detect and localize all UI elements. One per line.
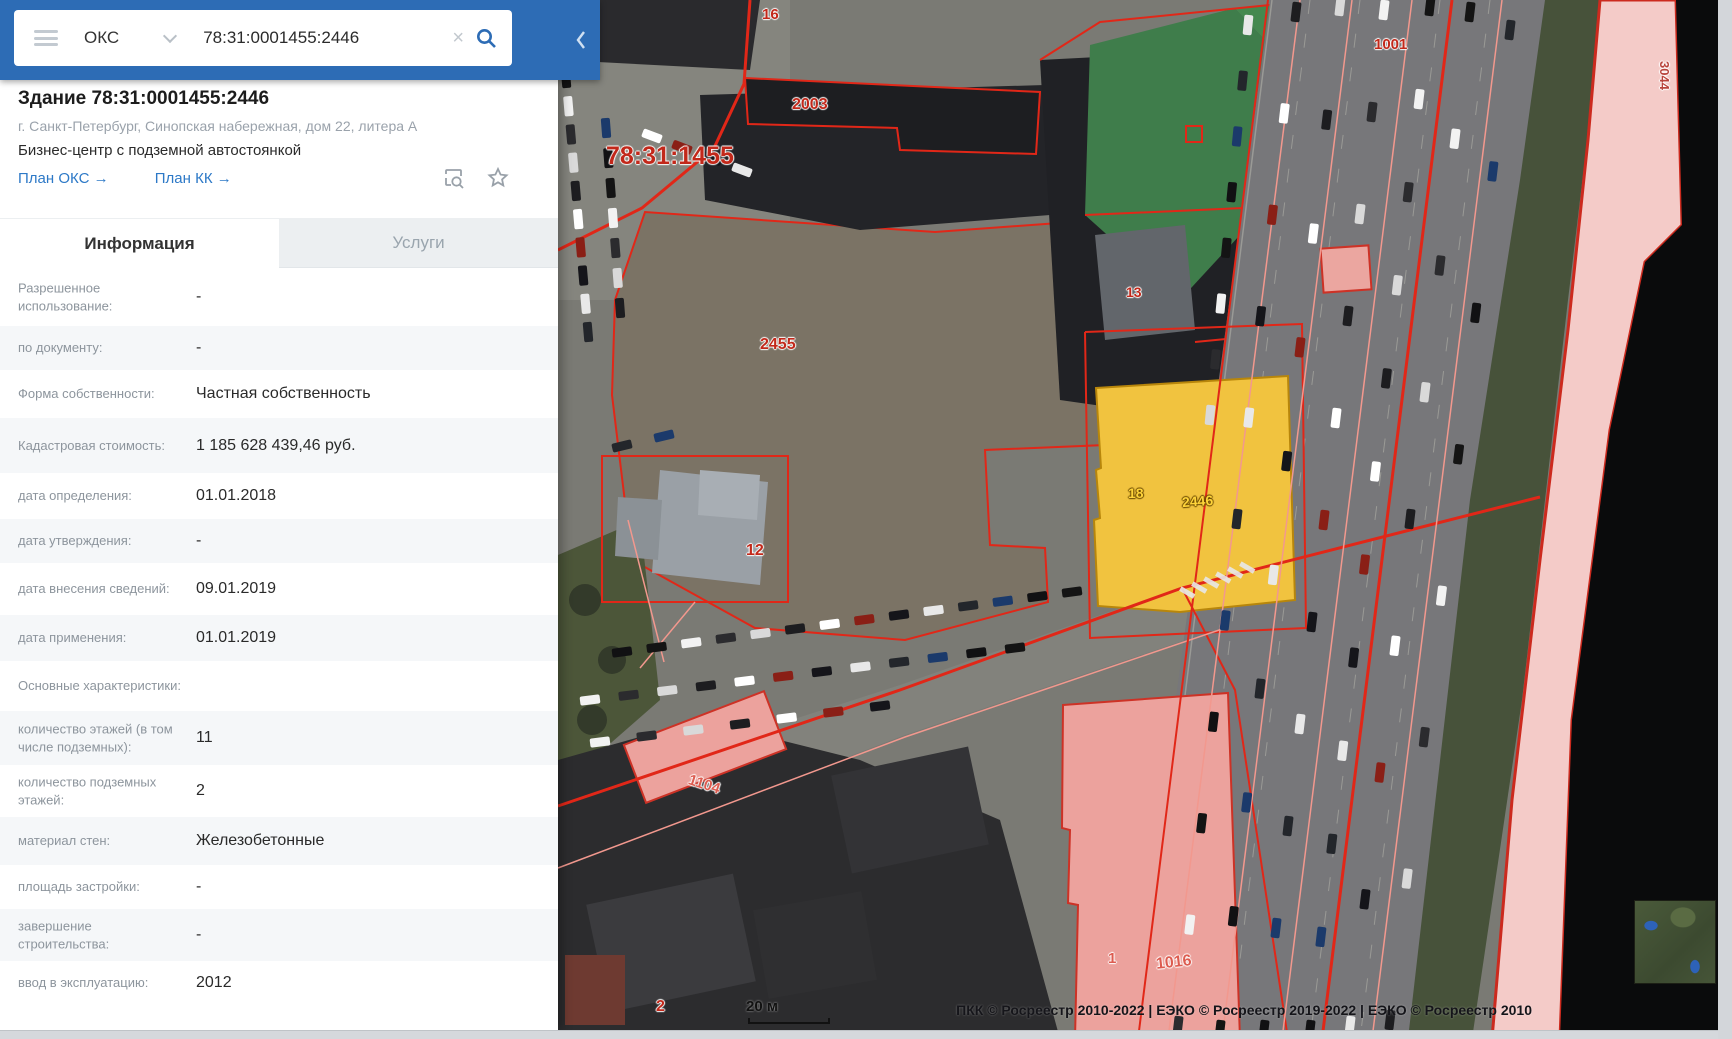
page-bottom-band [0,1030,1732,1039]
info-row-label: по документу: [18,339,186,357]
favorite-star-icon[interactable] [486,166,510,190]
map-label-1001[interactable]: 1001 [1374,36,1407,53]
info-row: количество подземных этажей: 2 [0,765,558,817]
chevron-down-icon [163,29,177,43]
info-row-value: 11 [196,729,213,747]
plan-kk-link[interactable]: План КК → [155,170,232,187]
info-row: Форма собственности: Частная собственност… [0,370,558,418]
sidebar-tabs: Информация Услуги [0,218,558,268]
search-category-dropdown[interactable]: ОКС [84,28,175,48]
object-header: Здание 78:31:0001455:2446 г. Санкт-Петер… [0,80,558,218]
tab-information[interactable]: Информация [0,219,279,268]
app-window: 16200378:31:1455100130441324551218244611… [0,0,1732,1039]
object-title: Здание 78:31:0001455:2446 [18,88,269,110]
overview-inset-map[interactable] [1634,900,1716,984]
map-label-16[interactable]: 16 [762,6,779,23]
clear-search-icon[interactable]: × [452,28,464,48]
locate-on-plan-icon[interactable] [442,166,466,190]
map-label-78311455[interactable]: 78:31:1455 [606,142,734,171]
info-table: Разрешенное использование:-по документу:… [0,268,558,1005]
info-row: Основные характеристики: [0,661,558,711]
map-label-2446[interactable]: 2446 [1181,492,1213,510]
object-description: Бизнес-центр с подземной автостоянкой [18,142,301,159]
object-address: г. Санкт-Петербург, Синопская набережная… [18,118,417,134]
info-row-value: - [196,926,201,944]
info-row-label: количество подземных этажей: [18,773,186,808]
info-row-label: Разрешенное использование: [18,279,186,314]
info-row-value: 2012 [196,974,232,992]
info-sidebar: Здание 78:31:0001455:2446 г. Санкт-Петер… [0,0,558,1030]
info-row-value: Железобетонные [196,832,324,850]
page-right-band[interactable] [1718,0,1732,1039]
info-row-value: 1 185 628 439,46 руб. [196,437,356,455]
info-row-label: Основные характеристики: [18,677,186,695]
search-icon[interactable] [474,26,498,50]
tab-services[interactable]: Услуги [279,219,558,268]
info-row-label: дата утверждения: [18,532,186,550]
info-row-value: - [196,532,201,550]
info-row: дата утверждения:- [0,519,558,563]
menu-hamburger-icon[interactable] [34,30,58,46]
info-row-value: 01.01.2019 [196,629,276,647]
info-row-value: 01.01.2018 [196,487,276,505]
info-row: Разрешенное использование:- [0,268,558,326]
building-1016 [1062,693,1240,1039]
info-row: завершение строительства:- [0,909,558,961]
info-row-label: ввод в эксплуатацию: [18,974,186,992]
info-row: площадь застройки:- [0,865,558,909]
info-row: материал стен: Железобетонные [0,817,558,865]
info-row-label: Кадастровая стоимость: [18,437,186,455]
building-13 [1095,225,1195,340]
info-row: дата внесения сведений: 09.01.2019 [0,563,558,615]
info-row: дата определения: 01.01.2018 [0,473,558,519]
info-row: дата применения: 01.01.2019 [0,615,558,661]
info-row: по документу:- [0,326,558,370]
object-links: План ОКС → План КК → [18,170,274,187]
info-row: ввод в эксплуатацию: 2012 [0,961,558,1005]
map-label-12[interactable]: 12 [746,542,764,560]
map-label-18[interactable]: 18 [1128,485,1144,501]
info-row-label: количество этажей (в том числе подземных… [18,720,186,755]
info-row-value: - [196,878,201,896]
map-label-1016[interactable]: 1016 [1155,952,1192,974]
search-input[interactable] [201,27,448,49]
map-label-13[interactable]: 13 [1126,284,1142,300]
map-label-2[interactable]: 2 [656,998,665,1016]
info-row: количество этажей (в том числе подземных… [0,711,558,765]
info-row-value: - [196,288,201,306]
info-row-label: материал стен: [18,832,186,850]
top-search-bar: ОКС × [0,0,600,80]
info-row: Кадастровая стоимость: 1 185 628 439,46 р… [0,418,558,473]
info-row-value: 2 [196,782,205,800]
info-row-label: дата внесения сведений: [18,580,186,598]
map-attribution: ПКК © Росреестр 2010-2022 | ЕЭКО © Росре… [956,1002,1532,1018]
info-row-value: 09.01.2019 [196,580,276,598]
plan-oks-link[interactable]: План ОКС → [18,170,109,187]
info-row-label: Форма собственности: [18,385,186,403]
info-row-label: дата определения: [18,487,186,505]
info-row-value: Частная собственность [196,385,371,403]
map-label-2455[interactable]: 2455 [760,336,796,354]
info-row-label: площадь застройки: [18,878,186,896]
map-scalebar: 20 м [746,998,778,1015]
info-row-value: - [196,339,201,357]
search-card: ОКС × [14,10,512,66]
scale-text: 20 м [746,998,778,1015]
search-category-value: ОКС [84,28,119,48]
map-label-3044[interactable]: 3044 [1657,61,1672,90]
collapse-panel-icon[interactable] [570,22,592,58]
info-row-label: завершение строительства: [18,917,186,952]
map-label-2003[interactable]: 2003 [792,96,828,114]
info-row-label: дата применения: [18,629,186,647]
map-label-1[interactable]: 1 [1108,950,1116,967]
